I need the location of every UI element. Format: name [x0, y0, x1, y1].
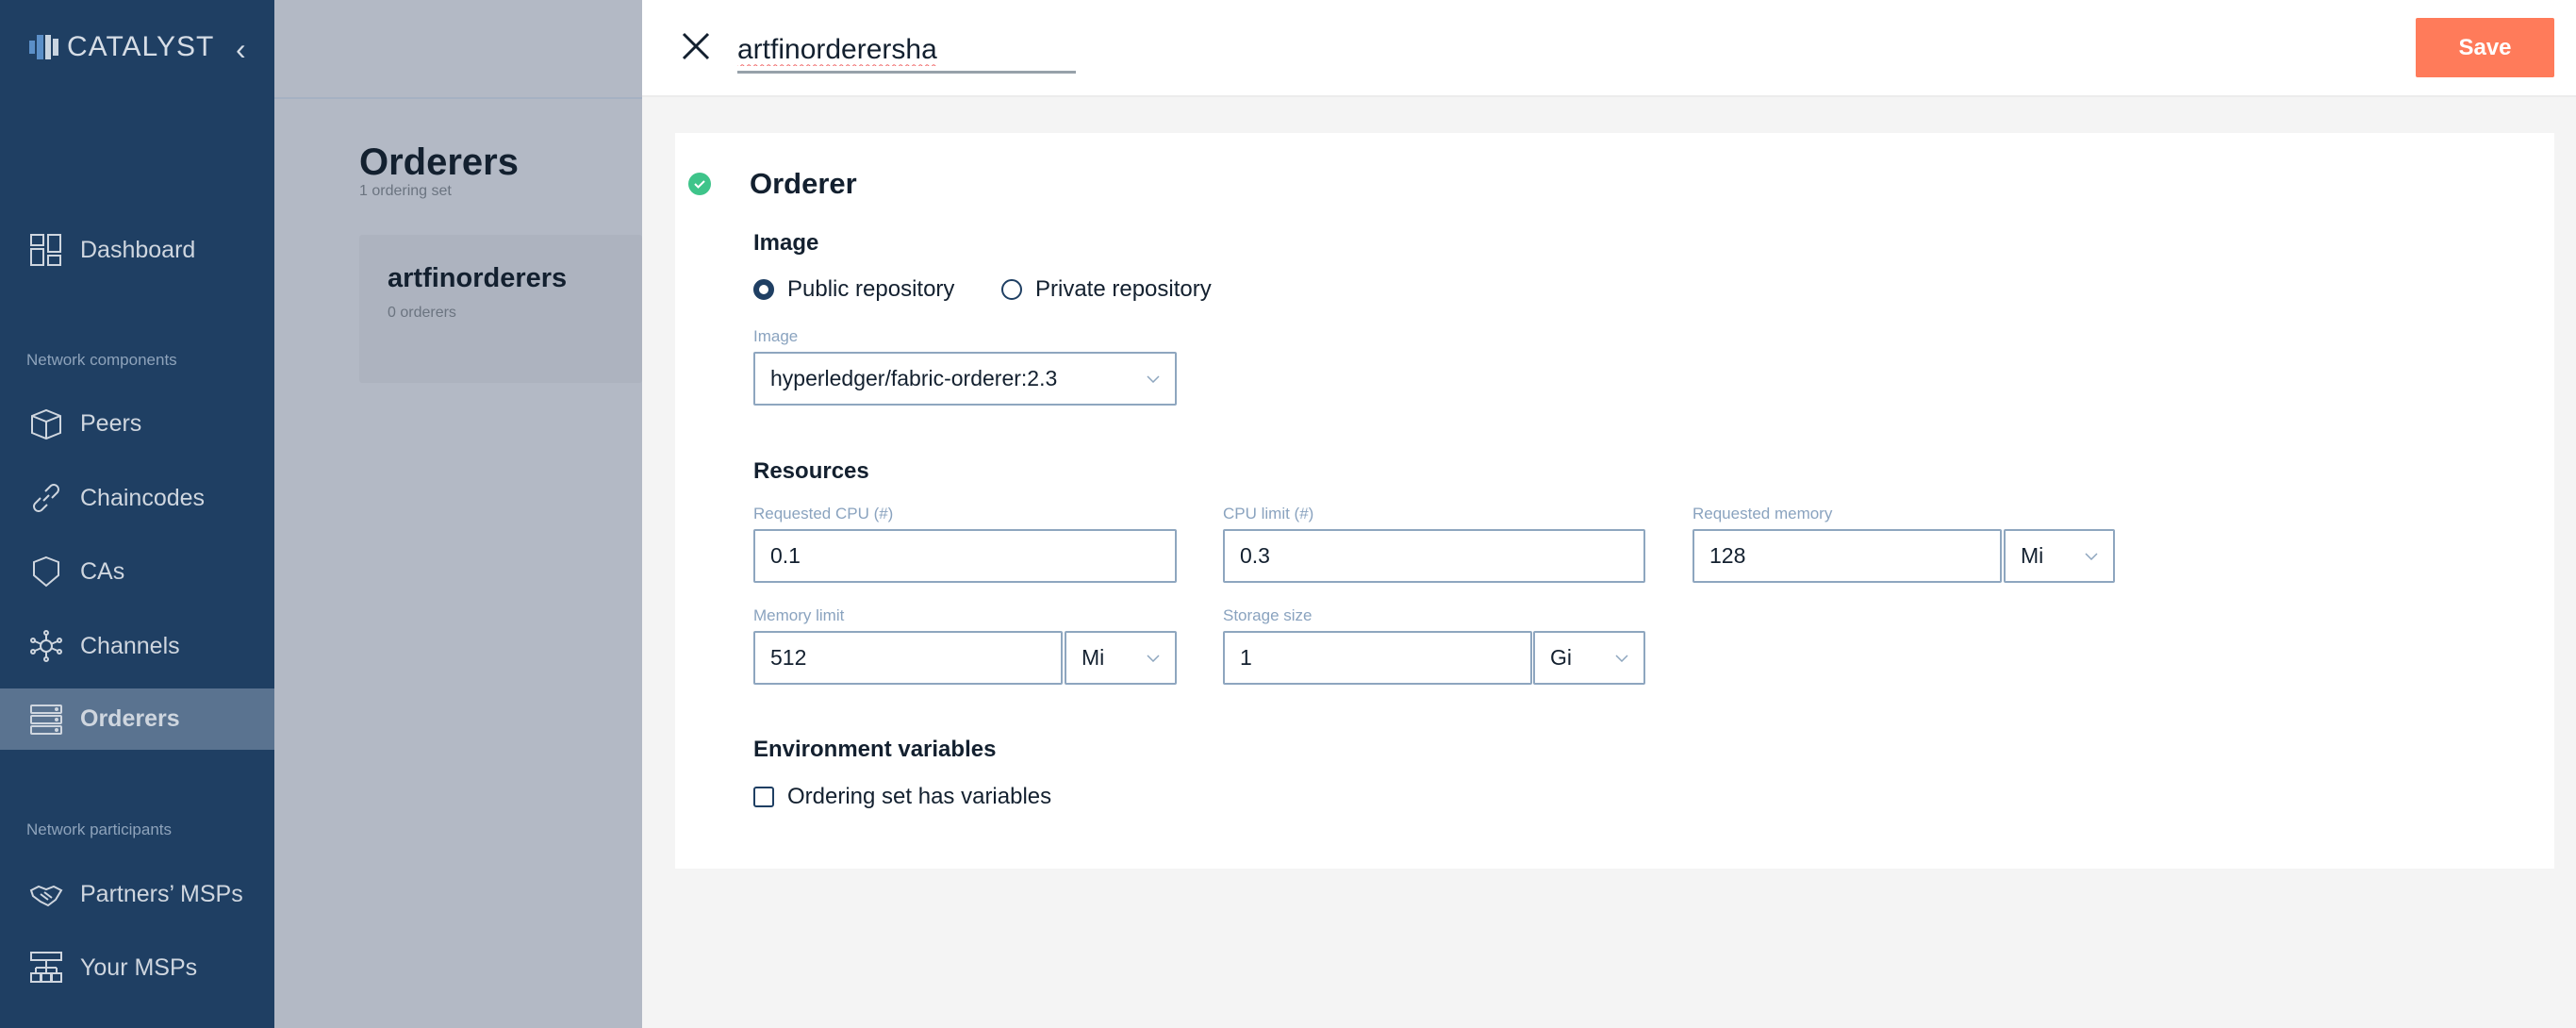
- ordering-set-name-input[interactable]: [737, 28, 1076, 74]
- chevron-down-icon: [2085, 552, 2098, 560]
- orderer-form-card: Orderer Image Public repository Private …: [675, 133, 2554, 869]
- memory-limit-unit-select[interactable]: Mi: [1065, 631, 1177, 685]
- unit-value: Mi: [2021, 543, 2044, 568]
- sidebar-item-label: Peers: [80, 409, 142, 437]
- radio-unselected-icon: [1001, 279, 1022, 300]
- checkbox-label: Ordering set has variables: [787, 784, 1052, 809]
- sidebar-item-label: Dashboard: [80, 236, 196, 263]
- detail-panel: Save Orderer Image Public repository Pri…: [642, 0, 2576, 1028]
- radio-selected-icon: [753, 279, 774, 300]
- sidebar-item-label: Chaincodes: [80, 484, 206, 511]
- chevron-down-icon: [1147, 374, 1160, 383]
- orderers-list-panel: Orderers 1 ordering set artfinorderers 0…: [274, 0, 642, 1028]
- ordering-set-count: 1 ordering set: [359, 183, 452, 199]
- server-icon: [30, 704, 62, 735]
- sidebar-item-your-msps[interactable]: Your MSPs: [0, 937, 274, 998]
- public-repository-radio[interactable]: Public repository: [753, 276, 954, 303]
- network-icon: [30, 630, 62, 662]
- storage-size-unit-select[interactable]: Gi: [1533, 631, 1645, 685]
- requested-memory-label: Requested memory: [1693, 505, 1833, 522]
- detail-header: Save: [642, 0, 2576, 97]
- sidebar-item-label: CAs: [80, 557, 125, 585]
- cube-icon: [31, 408, 61, 440]
- save-button[interactable]: Save: [2416, 18, 2554, 77]
- requested-cpu-input[interactable]: 0.1: [753, 529, 1177, 583]
- divider: [274, 97, 642, 99]
- has-variables-checkbox[interactable]: Ordering set has variables: [753, 784, 1051, 810]
- cpu-limit-input[interactable]: 0.3: [1223, 529, 1645, 583]
- close-icon[interactable]: [680, 30, 712, 62]
- orderer-count: 0 orderers: [388, 305, 456, 321]
- private-repository-radio[interactable]: Private repository: [1001, 276, 1212, 303]
- chevron-down-icon: [1615, 654, 1628, 662]
- sidebar-item-orderers[interactable]: Orderers: [0, 688, 274, 750]
- sidebar: CATALYST ‹ Dashboard Network components …: [0, 0, 274, 1028]
- image-heading: Image: [753, 230, 819, 256]
- image-field-label: Image: [753, 327, 799, 345]
- requested-memory-unit-select[interactable]: Mi: [2004, 529, 2115, 583]
- sidebar-item-cas[interactable]: CAs: [0, 541, 274, 602]
- ordering-set-card[interactable]: artfinorderers 0 orderers: [359, 235, 642, 383]
- radio-label: Private repository: [1035, 276, 1212, 302]
- check-circle-icon: [688, 173, 711, 195]
- image-select[interactable]: hyperledger/fabric-orderer:2.3: [753, 352, 1177, 406]
- sidebar-item-channels[interactable]: Channels: [0, 616, 274, 676]
- memory-limit-input[interactable]: 512: [753, 631, 1063, 685]
- sidebar-item-label: Channels: [80, 632, 180, 659]
- handshake-icon: [29, 885, 63, 907]
- sidebar-item-label: Partners’ MSPs: [80, 880, 243, 907]
- requested-memory-input[interactable]: 128: [1693, 529, 2002, 583]
- sidebar-item-chaincodes[interactable]: Chaincodes: [0, 468, 274, 528]
- environment-variables-heading: Environment variables: [753, 737, 997, 762]
- link-icon: [33, 484, 59, 512]
- catalyst-logo-icon: [29, 35, 58, 59]
- logo-text: CATALYST: [67, 31, 215, 62]
- sidebar-item-dashboard[interactable]: Dashboard: [0, 220, 274, 280]
- page-title: Orderers: [359, 141, 519, 183]
- unit-value: Gi: [1550, 645, 1572, 670]
- memory-limit-label: Memory limit: [753, 606, 845, 624]
- sidebar-item-label: Your MSPs: [80, 953, 198, 981]
- section-title: Orderer: [750, 167, 857, 200]
- hierarchy-icon: [30, 952, 62, 983]
- unit-value: Mi: [1082, 645, 1105, 670]
- shield-icon: [33, 555, 59, 588]
- radio-label: Public repository: [787, 276, 955, 302]
- image-select-value: hyperledger/fabric-orderer:2.3: [770, 366, 1058, 390]
- storage-size-label: Storage size: [1223, 606, 1313, 624]
- collapse-sidebar-button[interactable]: ‹: [236, 32, 246, 67]
- sidebar-item-peers[interactable]: Peers: [0, 393, 274, 454]
- dashboard-icon: [30, 234, 61, 266]
- checkbox-icon: [753, 787, 774, 807]
- sidebar-item-label: Orderers: [80, 705, 180, 732]
- cpu-limit-label: CPU limit (#): [1223, 505, 1314, 522]
- section-network-components: Network components: [26, 351, 177, 369]
- logo: CATALYST: [29, 30, 214, 64]
- chevron-down-icon: [1147, 654, 1160, 662]
- section-network-participants: Network participants: [26, 821, 173, 838]
- resources-heading: Resources: [753, 458, 869, 484]
- ordering-set-name: artfinorderers: [388, 263, 568, 293]
- storage-size-input[interactable]: 1: [1223, 631, 1532, 685]
- requested-cpu-label: Requested CPU (#): [753, 505, 894, 522]
- sidebar-item-partners-msps[interactable]: Partners’ MSPs: [0, 864, 274, 924]
